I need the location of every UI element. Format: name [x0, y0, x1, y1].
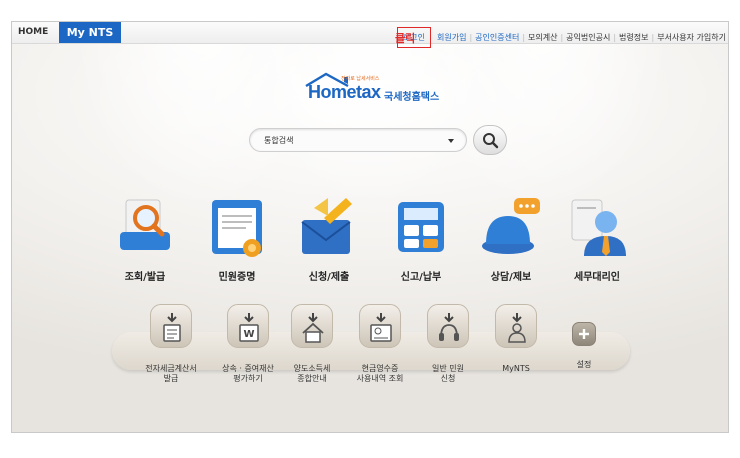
- quick-general-civil-request[interactable]: 일반 민원 신청: [410, 304, 486, 384]
- mynts-glyph: [508, 313, 526, 343]
- divider: |: [522, 33, 526, 42]
- menu-tax-agent[interactable]: 세무대리인: [552, 194, 642, 283]
- top-navigation-bar: HOME My NTS 로그인 회원가입 | 공인인증센터 | 모의계산 | 공…: [12, 22, 728, 48]
- mock-calculation-link[interactable]: 모의계산: [528, 32, 557, 43]
- menu-report-pay[interactable]: 신고/납부: [376, 194, 466, 283]
- quick-menu-label: 전자세금계산서 발급: [145, 364, 197, 383]
- quick-menu-label: MyNTS: [502, 364, 530, 373]
- quick-e-tax-invoice[interactable]: 전자세금계산서 발급: [133, 304, 209, 384]
- home-link[interactable]: HOME: [18, 27, 48, 37]
- integrated-search-select[interactable]: 통합검색: [249, 128, 467, 152]
- search-button[interactable]: [473, 125, 507, 155]
- menu-civil-certificate[interactable]: 민원증명: [192, 194, 282, 283]
- headset-glyph: [439, 313, 459, 341]
- hometax-main-screen: HOME My NTS 로그인 회원가입 | 공인인증센터 | 모의계산 | 공…: [11, 21, 729, 433]
- won-document-glyph: W: [239, 313, 259, 342]
- tax-agent-icon: [571, 199, 626, 256]
- quick-mynts[interactable]: MyNTS: [478, 304, 554, 374]
- signup-link[interactable]: 회원가입: [437, 32, 466, 43]
- mynts-icon: [495, 304, 537, 348]
- law-info-link[interactable]: 법령정보: [619, 32, 648, 43]
- quick-menu-label: 현금영수증 사용내역 조회: [356, 364, 404, 383]
- magnifier-document-icon: [120, 199, 170, 250]
- quick-cash-receipt-history[interactable]: 현금영수증 사용내역 조회: [342, 304, 418, 384]
- menu-label: 조회/발급: [124, 272, 166, 283]
- menu-label: 상담/제보: [490, 272, 532, 283]
- plus-glyph: [579, 329, 589, 339]
- divider: |: [651, 33, 655, 42]
- quick-settings[interactable]: 설정: [546, 304, 622, 370]
- search-icon: [483, 133, 499, 149]
- menu-apply-submit[interactable]: 신청/제출: [284, 194, 374, 283]
- search-select-value: 통합검색: [264, 136, 294, 145]
- certificate-center-link[interactable]: 공인인증센터: [475, 32, 519, 43]
- mynts-tab[interactable]: My NTS: [59, 22, 121, 43]
- headset-icon: [427, 304, 469, 348]
- menu-inquiry-issuance[interactable]: 조회/발급: [100, 194, 190, 283]
- logo-korean-name: 국세청홈택스: [384, 92, 440, 103]
- divider: |: [613, 33, 617, 42]
- certificate-icon: [212, 200, 262, 257]
- logo-tagline: 전자로 납세서비스: [341, 76, 380, 82]
- click-annotation: 클릭: [395, 32, 416, 45]
- menu-label: 민원증명: [218, 272, 256, 283]
- receipt-glyph: [370, 313, 392, 342]
- menu-label: 세무대리인: [574, 272, 620, 283]
- invoice-glyph: [163, 313, 181, 342]
- speech-bubble-icon: [482, 198, 540, 254]
- quick-capital-gains-guide[interactable]: 양도소득세 종합안내: [274, 304, 350, 384]
- public-corp-disclosure-link[interactable]: 공익법인공시: [566, 32, 610, 43]
- envelope-pen-icon: [301, 198, 352, 254]
- dropdown-arrow-icon: [448, 139, 454, 143]
- won-document-icon: W: [227, 304, 269, 348]
- divider: |: [469, 33, 473, 42]
- invoice-icon: [150, 304, 192, 348]
- top-utility-links: 로그인 회원가입 | 공인인증센터 | 모의계산 | 공익법인공시 | 법령정보…: [396, 27, 726, 48]
- menu-label: 신고/납부: [400, 272, 442, 283]
- svg-text:W: W: [243, 329, 254, 340]
- calculator-icon: [398, 202, 444, 252]
- plus-icon: [572, 322, 596, 346]
- quick-menu-label: 양도소득세 종합안내: [293, 364, 331, 383]
- quick-menu-label: 일반 민원 신청: [432, 364, 464, 383]
- spotlight-right: [412, 22, 672, 212]
- house-glyph: [302, 313, 324, 343]
- receipt-icon: [359, 304, 401, 348]
- menu-label: 신청/제출: [308, 272, 350, 283]
- house-icon: [291, 304, 333, 348]
- logo-wordmark: Hometax: [308, 82, 381, 102]
- department-user-signup-link[interactable]: 부서사용자 가입하기: [657, 32, 726, 43]
- menu-consult-report[interactable]: 상담/제보: [466, 194, 556, 283]
- hometax-logo[interactable]: 전자로 납세서비스 Hometax 국세청홈택스: [298, 72, 448, 108]
- divider: |: [560, 33, 564, 42]
- quick-menu-label: 설정: [576, 360, 592, 369]
